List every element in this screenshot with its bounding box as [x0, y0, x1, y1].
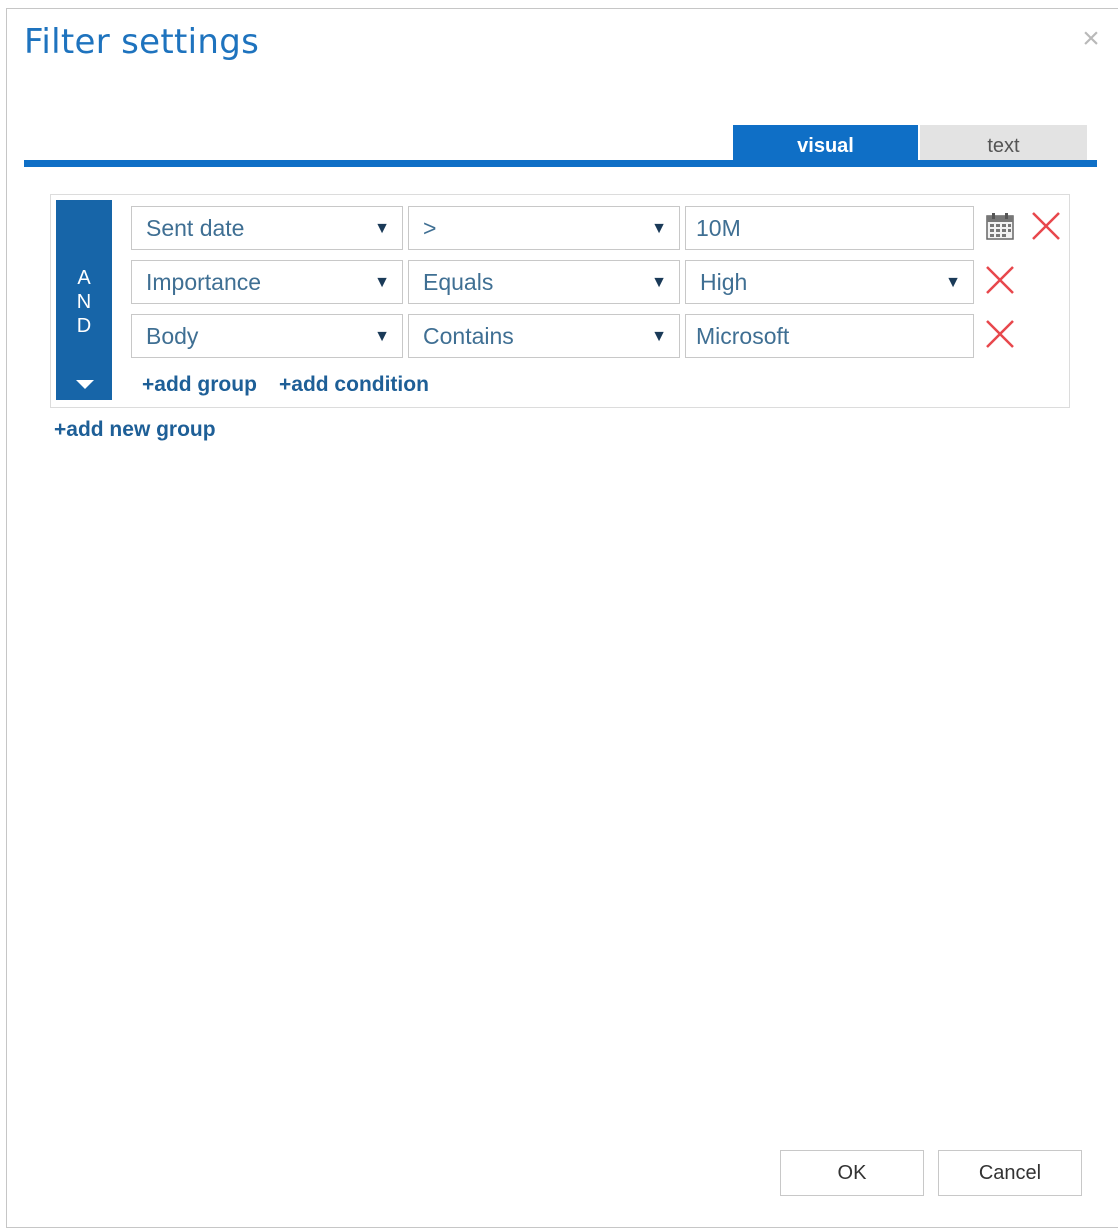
condition-2-operator-select[interactable]: Equals ▼ — [408, 260, 680, 304]
delete-condition-1-icon[interactable] — [1030, 210, 1062, 242]
dropdown-arrow-icon: ▼ — [945, 274, 961, 291]
and-letter-d: D — [76, 315, 92, 337]
condition-2-value-select[interactable]: High ▼ — [685, 260, 974, 304]
condition-1-field-select[interactable]: Sent date ▼ — [131, 206, 403, 250]
and-letter-a: A — [77, 267, 91, 289]
dialog-title: Filter settings — [24, 22, 260, 62]
delete-condition-3-icon[interactable] — [984, 318, 1016, 350]
dropdown-arrow-icon: ▼ — [651, 274, 667, 291]
and-letter-n: N — [76, 291, 92, 313]
condition-1-operator-select[interactable]: > ▼ — [408, 206, 680, 250]
dropdown-arrow-icon: ▼ — [374, 274, 390, 291]
cancel-button[interactable]: Cancel — [938, 1150, 1082, 1196]
dropdown-arrow-icon: ▼ — [651, 328, 667, 345]
condition-2-field-value: Importance — [146, 269, 262, 295]
condition-2-value-text: High — [700, 269, 748, 295]
add-condition-link[interactable]: +add condition — [279, 373, 429, 397]
add-group-link[interactable]: +add group — [142, 373, 257, 397]
dropdown-arrow-icon: ▼ — [651, 220, 667, 237]
ok-button[interactable]: OK — [780, 1150, 924, 1196]
and-operator-label: A N D — [56, 266, 112, 338]
delete-condition-2-icon[interactable] — [984, 264, 1016, 296]
condition-3-operator-value: Contains — [423, 323, 514, 349]
condition-2-field-select[interactable]: Importance ▼ — [131, 260, 403, 304]
tab-visual[interactable]: visual — [733, 125, 918, 161]
condition-3-field-select[interactable]: Body ▼ — [131, 314, 403, 358]
calendar-icon[interactable] — [985, 211, 1015, 241]
condition-3-value-input[interactable]: Microsoft — [685, 314, 974, 358]
condition-3-operator-select[interactable]: Contains ▼ — [408, 314, 680, 358]
condition-1-field-value: Sent date — [146, 215, 245, 241]
filter-settings-dialog — [6, 8, 1118, 1228]
condition-2-operator-value: Equals — [423, 269, 494, 295]
caret-down-icon[interactable] — [76, 380, 94, 389]
condition-3-field-value: Body — [146, 323, 199, 349]
condition-3-value-text: Microsoft — [696, 323, 790, 349]
tab-text[interactable]: text — [920, 125, 1087, 161]
condition-1-value-input[interactable]: 10M — [685, 206, 974, 250]
add-new-group-link[interactable]: +add new group — [54, 418, 216, 442]
close-icon[interactable]: × — [1076, 24, 1106, 54]
condition-1-value-text: 10M — [696, 215, 741, 241]
condition-1-operator-value: > — [423, 215, 437, 241]
and-operator-toggle[interactable]: A N D — [56, 200, 112, 400]
dropdown-arrow-icon: ▼ — [374, 328, 390, 345]
tab-underline — [24, 160, 1097, 167]
dropdown-arrow-icon: ▼ — [374, 220, 390, 237]
